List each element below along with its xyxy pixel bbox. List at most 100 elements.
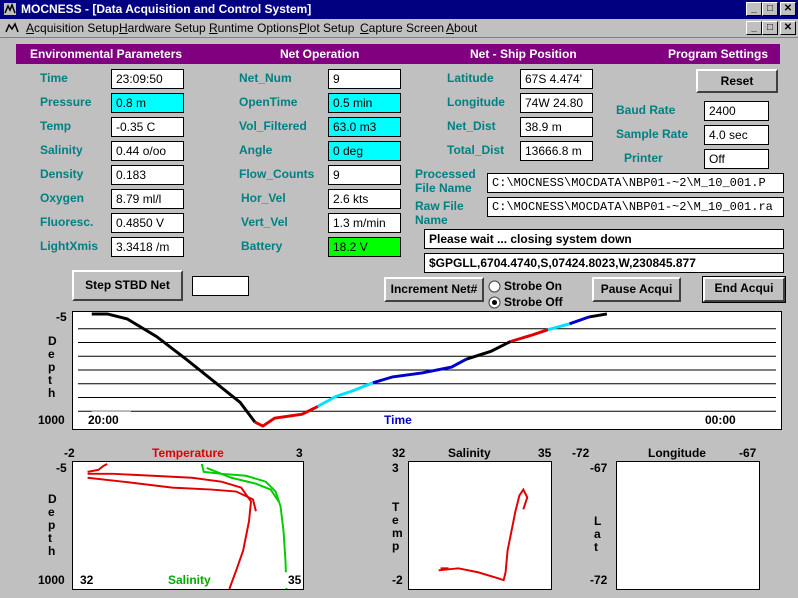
lon-plot-y-top: -67 <box>590 461 608 475</box>
sal-plot-y-top: 3 <box>392 461 399 475</box>
env-value-fluoresc: 0.4850 V <box>111 213 184 233</box>
child-minimize-button[interactable]: _ <box>746 21 762 35</box>
menu-plot-setup[interactable]: Plot Setup <box>299 21 354 35</box>
env-label-density: Density <box>40 167 84 181</box>
depth-time-plot <box>72 311 782 430</box>
strobe-on-label: Strobe On <box>504 279 563 293</box>
app-icon <box>4 2 16 15</box>
temperature-profile-line-3 <box>87 463 108 473</box>
sal-plot-top-left: 32 <box>392 446 406 460</box>
depth-trace-blue <box>372 357 468 385</box>
depth-plot-ylabel: Depth <box>48 334 57 400</box>
menu-hardware-setup[interactable]: Hardware Setup <box>119 21 206 35</box>
ts-plot-ylabel: Depth <box>48 492 57 558</box>
menu-capture-screen[interactable]: Capture Screen <box>360 21 444 35</box>
ts-plot-top-left: -2 <box>64 446 75 460</box>
env-label-temp: Temp <box>40 119 72 133</box>
ts-plot-top-right: 3 <box>296 446 303 460</box>
pos-label-latitude: Latitude <box>447 71 494 85</box>
sal-plot-y-bottom: -2 <box>392 573 403 587</box>
env-value-temp: -0.35 C <box>111 117 184 137</box>
baud-rate-label: Baud Rate <box>616 103 676 117</box>
net-value-angle: 0 deg <box>328 141 401 161</box>
depth-trace-red-ascent <box>510 328 549 343</box>
step-stbd-net-button[interactable]: Step STBD Net <box>72 270 183 301</box>
temperature-profile-line-2 <box>87 476 257 512</box>
env-label-pressure: Pressure <box>40 95 92 109</box>
net-label-vol: Vol_Filtered <box>239 119 307 133</box>
minimize-button[interactable]: _ <box>746 2 762 16</box>
depth-plot-ytop: -5 <box>56 310 67 324</box>
net-value-num: 9 <box>328 69 401 89</box>
reset-button[interactable]: Reset <box>696 69 778 93</box>
depth-plot-xleft: 20:00 <box>88 413 119 427</box>
ts-plot-y-top: -5 <box>56 461 67 475</box>
raw-file-field[interactable]: C:\MOCNESS\MOCDATA\NBP01-~2\M_10_001.ra <box>487 197 784 217</box>
depth-plot-xright: 00:00 <box>705 413 736 427</box>
env-value-pressure: 0.8 m <box>111 93 184 113</box>
depth-plot-xcenter: Time <box>384 413 412 427</box>
net-label-num: Net_Num <box>239 71 292 85</box>
maximize-button[interactable]: □ <box>762 2 778 16</box>
lon-plot-top-left: -72 <box>572 446 590 460</box>
end-acqui-button[interactable]: End Acqui <box>702 276 786 303</box>
net-value-battery: 18.2 V <box>328 237 401 257</box>
close-button[interactable]: ✕ <box>780 2 796 16</box>
status-message: Please wait ... closing system down <box>424 229 784 249</box>
window-title: MOCNESS - [Data Acquisition and Control … <box>21 2 312 16</box>
ts-plot-y-bottom: 1000 <box>38 573 65 587</box>
ts-plot-bottom-left: 32 <box>80 573 94 587</box>
sal-plot-top-right: 35 <box>538 446 552 460</box>
net-label-battery: Battery <box>241 239 283 253</box>
child-close-button[interactable]: ✕ <box>780 21 796 35</box>
depth-trace-blue-ascent <box>569 315 590 326</box>
radio-checked-icon <box>488 296 501 309</box>
salinity-temp-plot <box>408 461 552 590</box>
pos-value-longitude: 74W 24.80 <box>520 93 593 113</box>
depth-trace-cyan <box>317 381 374 408</box>
increment-net-button[interactable]: Increment Net# <box>384 277 484 302</box>
pos-value-totaldist: 13666.8 m <box>520 141 593 161</box>
processed-file-label-2: File Name <box>415 181 472 195</box>
depth-trace-black-descent <box>91 312 257 424</box>
pos-value-latitude: 67S 4.474' <box>520 69 593 89</box>
env-value-time: 23:09:50 <box>111 69 184 89</box>
sample-rate-field[interactable]: 4.0 sec <box>704 125 769 145</box>
pause-acqui-button[interactable]: Pause Acqui <box>592 277 681 302</box>
pos-label-totaldist: Total_Dist <box>447 143 505 157</box>
net-label-flow: Flow_Counts <box>239 167 315 181</box>
baud-rate-field[interactable]: 2400 <box>704 101 769 121</box>
gps-string: $GPGLL,6704.4740,S,07424.8023,W,230845.8… <box>424 253 784 273</box>
child-maximize-button[interactable]: □ <box>762 21 778 35</box>
title-bar: MOCNESS - [Data Acquisition and Control … <box>0 0 798 19</box>
child-window-icon[interactable] <box>4 21 20 35</box>
net-value-opentime: 0.5 min <box>328 93 401 113</box>
menu-about[interactable]: About <box>446 21 477 35</box>
menu-acquisition-setup[interactable]: Acquisition Setup <box>26 21 119 35</box>
depth-plot-ybottom: 1000 <box>38 413 65 427</box>
lon-plot-top-right: -67 <box>739 446 757 460</box>
env-label-salinity: Salinity <box>40 143 83 157</box>
depth-trace-black-surface <box>588 312 608 319</box>
sal-plot-title: Salinity <box>448 446 491 460</box>
env-label-time: Time <box>40 71 68 85</box>
header-environmental: Environmental Parameters <box>30 47 183 61</box>
processed-file-field[interactable]: C:\MOCNESS\MOCDATA\NBP01-~2\M_10_001.P <box>487 173 784 193</box>
radio-unchecked-icon <box>488 280 501 293</box>
depth-plot-gridlines <box>77 328 777 412</box>
menu-runtime-options[interactable]: Runtime Options <box>209 21 298 35</box>
net-label-horvel: Hor_Vel <box>241 191 286 205</box>
net-value-flow: 9 <box>328 165 401 185</box>
sal-plot-ylabel: Temp <box>392 500 403 553</box>
printer-label: Printer <box>624 151 663 165</box>
temp-salinity-depth-plot <box>72 461 304 590</box>
lat-lon-plot <box>616 461 760 590</box>
step-net-input[interactable] <box>192 276 249 296</box>
menu-bar: Acquisition Setup Hardware Setup Runtime… <box>0 19 798 38</box>
ts-plot-bottom-title: Salinity <box>168 573 211 587</box>
net-label-angle: Angle <box>239 143 273 157</box>
pos-label-netdist: Net_Dist <box>447 119 496 133</box>
printer-field[interactable]: Off <box>704 149 769 169</box>
header-position: Net - Ship Position <box>470 47 577 61</box>
ts-diagram-trace <box>438 487 529 582</box>
